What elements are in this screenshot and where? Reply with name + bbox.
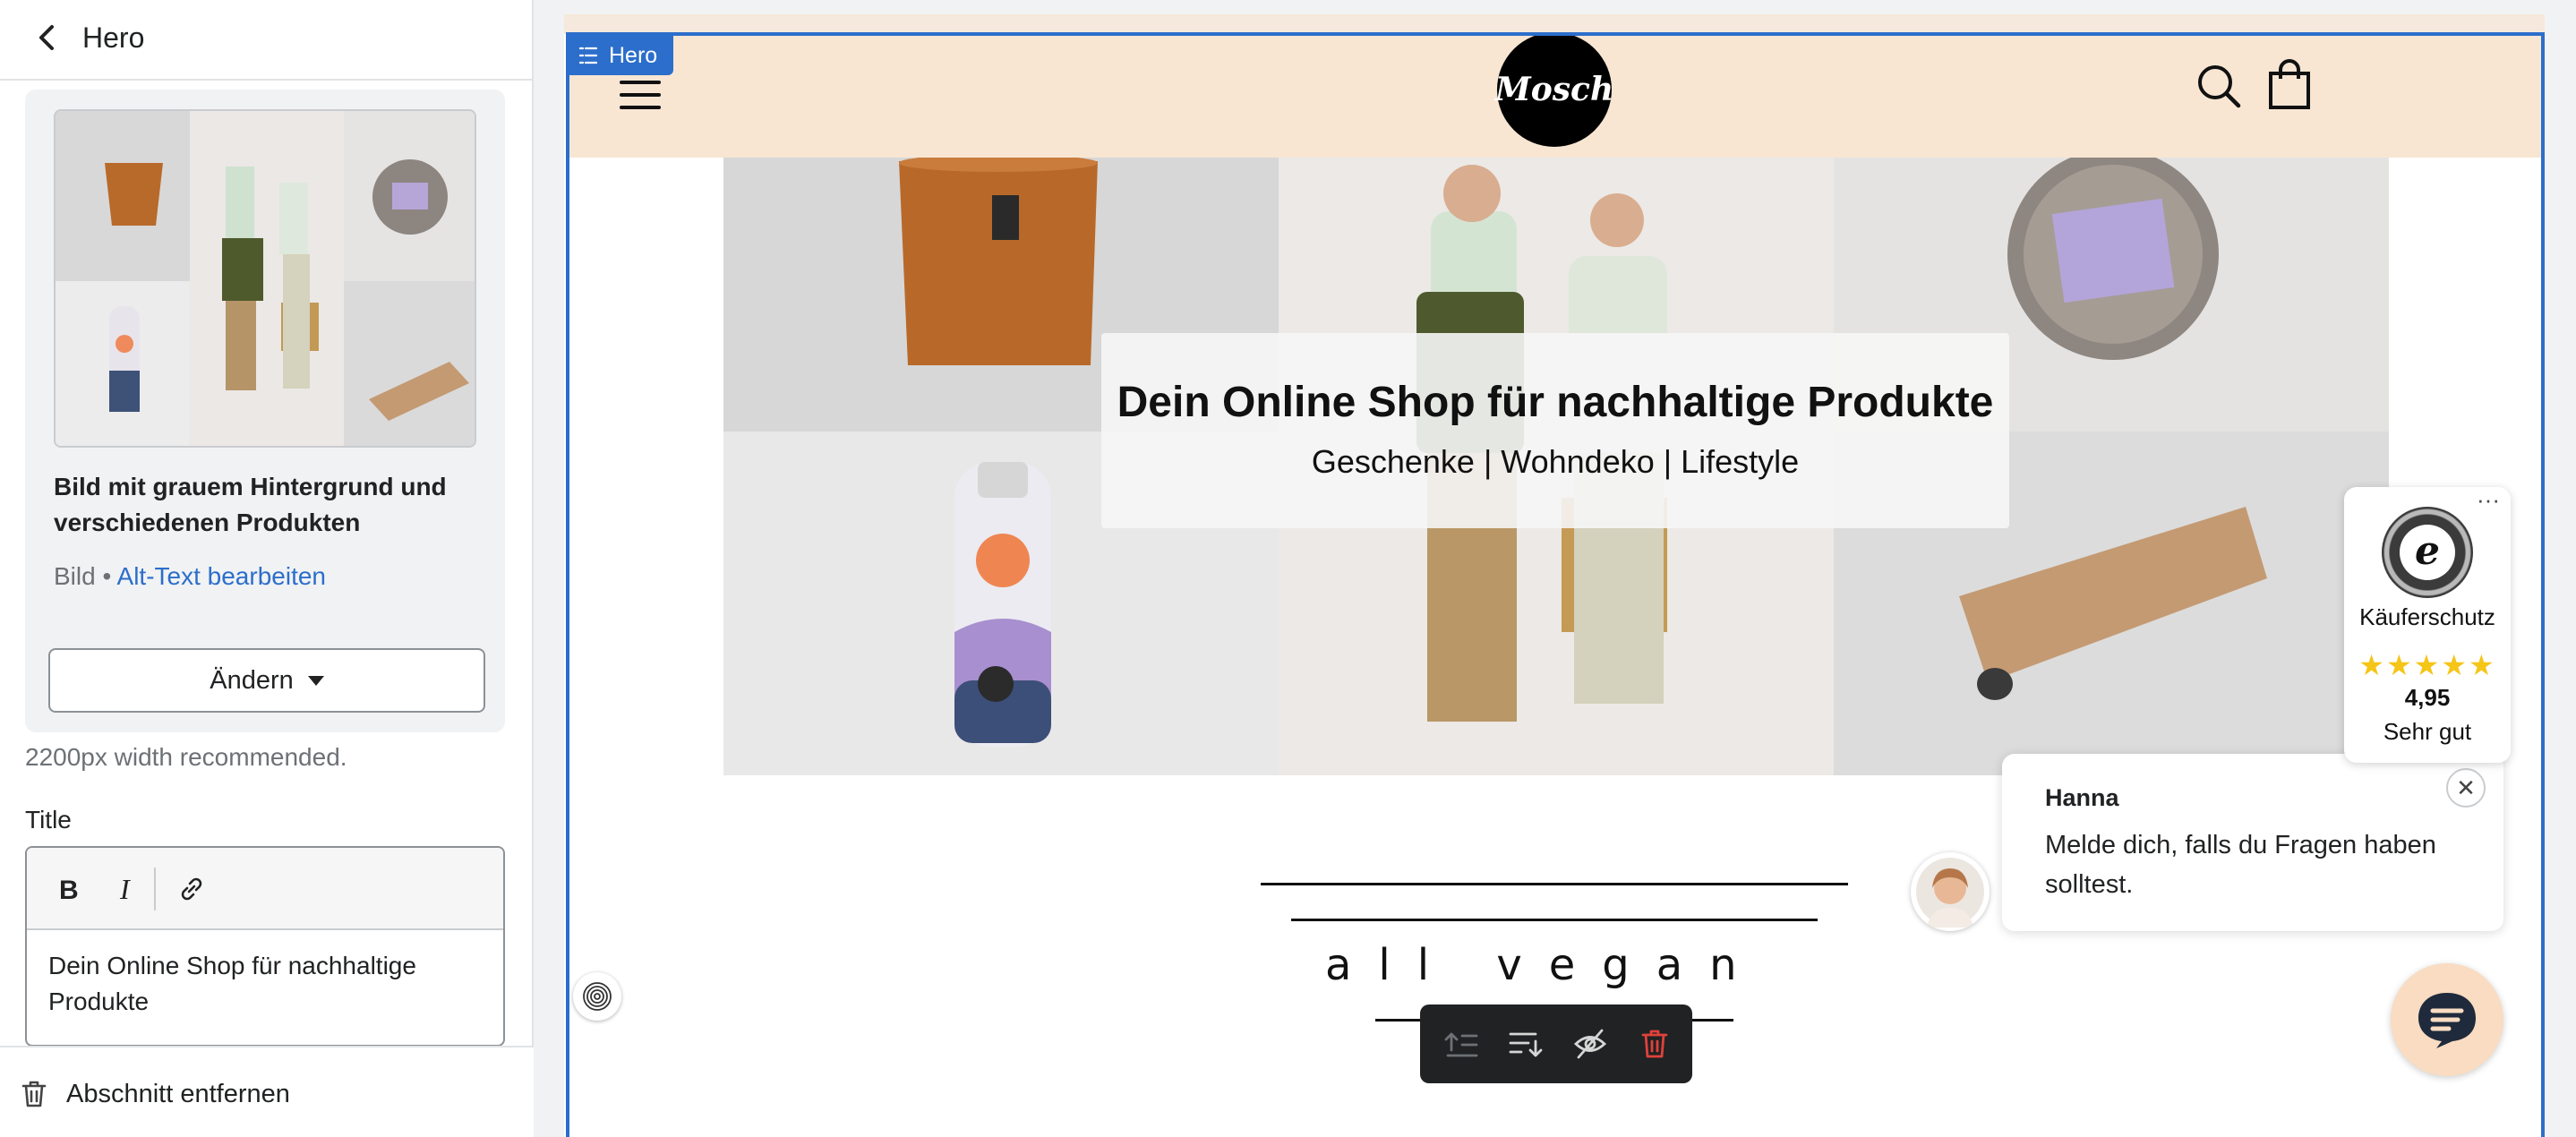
- edit-alt-text-link[interactable]: Alt-Text bearbeiten: [117, 562, 326, 590]
- sidebar-title: Hero: [82, 21, 145, 54]
- title-rich-text-editor: B I Dein Online Shop für nachhaltige Pro…: [25, 846, 505, 1047]
- title-field-label: Title: [25, 806, 72, 834]
- close-icon[interactable]: ✕: [2446, 768, 2486, 808]
- title-input-text[interactable]: Dein Online Shop für nachhaltige Produkt…: [48, 948, 478, 1020]
- chat-message: Melde dich, falls du Fragen haben sollte…: [2045, 831, 2436, 899]
- toolbar-divider: [154, 868, 156, 910]
- image-type-label: Bild: [54, 562, 96, 590]
- settings-sidebar: Hero Bild mit grauem Hintergrund und ver…: [0, 0, 534, 1137]
- search-icon[interactable]: [2195, 63, 2242, 109]
- section-tag[interactable]: Hero: [566, 36, 674, 75]
- section-tag-label: Hero: [609, 42, 658, 68]
- hero-title[interactable]: Dein Online Shop für nachhaltige Produkt…: [1101, 378, 2009, 427]
- image-size-hint: 2200px width recommended.: [25, 743, 347, 771]
- avatar[interactable]: [1911, 852, 1990, 931]
- chat-greeting-bubble[interactable]: Hanna Melde dich, falls du Fragen haben …: [2002, 754, 2503, 931]
- delete-icon: [1641, 1030, 1668, 1058]
- decor-line: [1490, 883, 1848, 885]
- sidebar-header: Hero: [0, 0, 534, 81]
- italic-icon: I: [119, 875, 131, 903]
- change-image-label: Ändern: [210, 665, 294, 695]
- fingerprint-icon: [583, 982, 612, 1011]
- buyer-protection-label: Käuferschutz: [2359, 603, 2495, 630]
- link-icon: [181, 877, 202, 901]
- remove-section-label: Abschnitt entfernen: [66, 1079, 290, 1108]
- section-icon: [578, 47, 598, 64]
- svg-text:B: B: [59, 876, 79, 903]
- decor-line: [1261, 883, 1490, 885]
- image-alt-name: Bild mit grauem Hintergrund und verschie…: [54, 473, 447, 536]
- change-image-button[interactable]: Ändern: [48, 648, 485, 713]
- delete-section-button[interactable]: [1633, 1022, 1676, 1065]
- store-logo[interactable]: Mosch: [1495, 32, 1613, 147]
- seal-letter: e: [2400, 525, 2455, 580]
- badge-menu-icon[interactable]: ···: [2477, 488, 2500, 511]
- rating-score: 4,95: [2404, 684, 2451, 711]
- trash-icon: [21, 1081, 47, 1107]
- hero-text-box: Dein Online Shop für nachhaltige Produkt…: [1101, 333, 2009, 528]
- image-meta: Bild • Alt-Text bearbeiten: [54, 559, 326, 594]
- remove-section-button[interactable]: Abschnitt entfernen: [20, 1074, 290, 1114]
- chat-agent-name: Hanna: [2045, 784, 2119, 811]
- image-picker-card: Bild mit grauem Hintergrund und verschie…: [25, 90, 505, 732]
- chevron-left-icon: [39, 25, 54, 50]
- section-action-bar: [1420, 1004, 1692, 1083]
- move-up-icon: [1444, 1032, 1478, 1057]
- rte-toolbar: B I: [27, 848, 503, 930]
- meta-separator: •: [102, 562, 112, 590]
- trusted-shops-badge[interactable]: ··· e Käuferschutz ★★★★★ 4,95 Sehr gut: [2344, 487, 2511, 763]
- caret-down-icon: [307, 675, 324, 686]
- move-down-button[interactable]: [1504, 1022, 1547, 1065]
- move-up-button[interactable]: [1440, 1022, 1483, 1065]
- move-down-icon: [1509, 1032, 1543, 1057]
- image-thumbnail[interactable]: [54, 109, 476, 448]
- italic-button[interactable]: I: [104, 868, 147, 910]
- chat-launcher-button[interactable]: [2391, 963, 2503, 1076]
- hamburger-icon[interactable]: [620, 77, 661, 113]
- chat-icon: [2418, 993, 2476, 1048]
- vegan-badge-text: all vegan: [1325, 940, 1764, 990]
- link-button[interactable]: [170, 868, 213, 910]
- thumbnail-image: [56, 111, 475, 446]
- decor-line: [1291, 919, 1818, 921]
- trusted-shops-seal-icon: e: [2382, 507, 2473, 598]
- sidebar-footer: Abschnitt entfernen: [0, 1046, 534, 1137]
- rating-stars: ★★★★★: [2358, 649, 2496, 681]
- rating-grade: Sehr gut: [2383, 718, 2472, 745]
- cart-icon[interactable]: [2267, 59, 2312, 109]
- store-header: Mosch: [569, 32, 2541, 158]
- fingerprint-button[interactable]: [573, 972, 621, 1021]
- back-button[interactable]: [27, 18, 66, 57]
- svg-text:I: I: [119, 875, 131, 903]
- hero-subtitle[interactable]: Geschenke | Wohndeko | Lifestyle: [1101, 443, 2009, 481]
- bold-icon: B: [59, 876, 79, 903]
- hide-icon: [1573, 1029, 1607, 1059]
- bold-button[interactable]: B: [47, 868, 90, 910]
- hide-section-button[interactable]: [1569, 1022, 1612, 1065]
- agent-avatar-image: [1916, 858, 1984, 928]
- announcement-strip: [564, 14, 2545, 34]
